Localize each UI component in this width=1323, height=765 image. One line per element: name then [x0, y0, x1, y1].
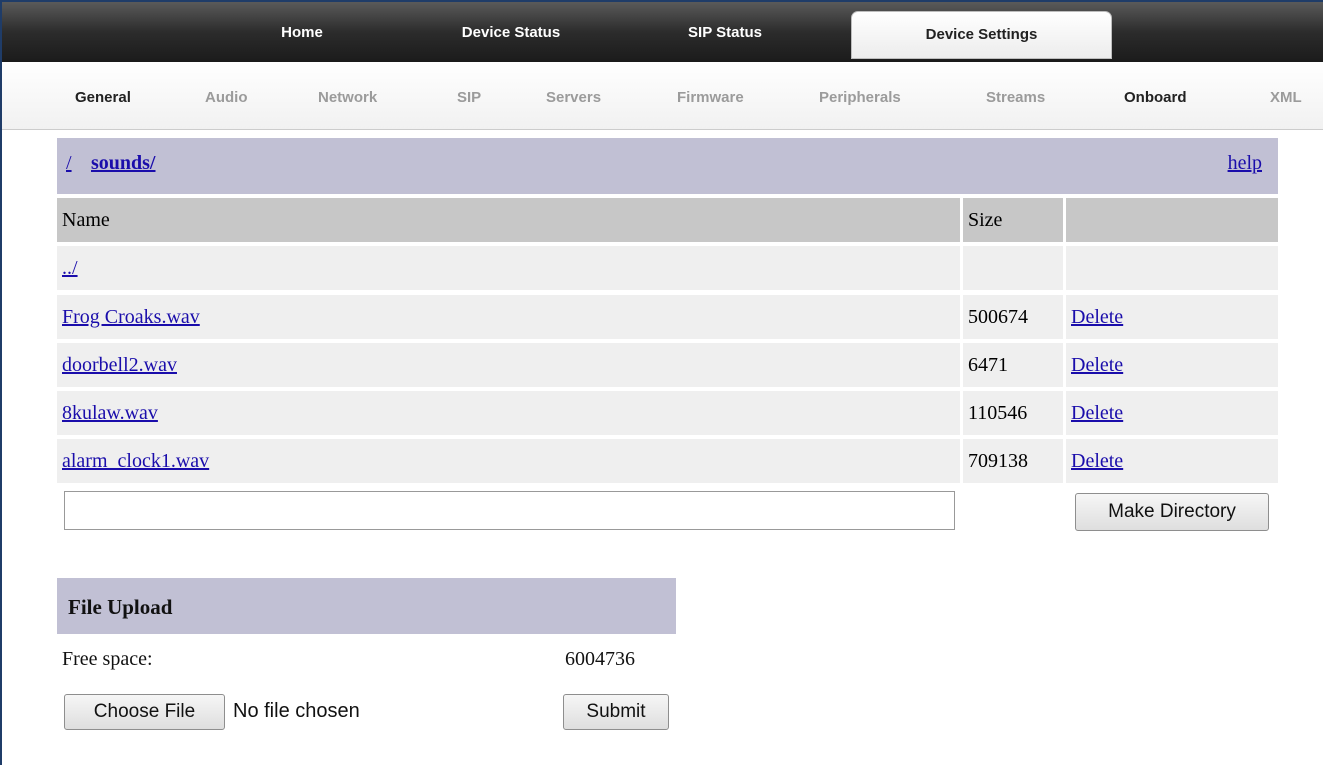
action-cell: Delete [1066, 439, 1278, 483]
top-nav: Home Device Status SIP Status Device Set… [0, 0, 1323, 62]
window-border [0, 0, 2, 765]
subnav-audio[interactable]: Audio [205, 62, 248, 130]
name-cell: Frog Croaks.wav [57, 295, 960, 339]
subnav-sip[interactable]: SIP [457, 62, 481, 130]
file-size: 500674 [963, 295, 1063, 339]
column-header-size: Size [963, 198, 1063, 242]
action-cell [1066, 246, 1278, 290]
file-size: 709138 [963, 439, 1063, 483]
file-link[interactable]: alarm_clock1.wav [62, 450, 209, 472]
settings-subnav: General Audio Network SIP Servers Firmwa… [0, 62, 1323, 130]
subnav-general[interactable]: General [75, 62, 131, 130]
file-upload-heading: File Upload [57, 578, 676, 634]
path-bar: / sounds/ help [57, 138, 1278, 194]
name-cell: ../ [57, 246, 960, 290]
table-row: alarm_clock1.wav 709138 Delete [57, 439, 1278, 483]
path-current-dir-link[interactable]: sounds/ [91, 152, 156, 175]
table-row: 8kulaw.wav 110546 Delete [57, 391, 1278, 435]
action-cell: Delete [1066, 391, 1278, 435]
delete-link[interactable]: Delete [1071, 450, 1123, 472]
tab-device-settings[interactable]: Device Settings [851, 11, 1112, 59]
subnav-network[interactable]: Network [318, 62, 377, 130]
column-header-actions [1066, 198, 1278, 242]
file-size: 6471 [963, 343, 1063, 387]
file-link[interactable]: doorbell2.wav [62, 354, 177, 376]
make-directory-button[interactable]: Make Directory [1075, 493, 1269, 531]
subnav-firmware[interactable]: Firmware [677, 62, 744, 130]
name-cell: alarm_clock1.wav [57, 439, 960, 483]
tab-home[interactable]: Home [262, 2, 342, 62]
file-size: 110546 [963, 391, 1063, 435]
no-file-chosen-text: No file chosen [233, 700, 360, 722]
action-cell: Delete [1066, 343, 1278, 387]
free-space-label: Free space: [62, 648, 153, 670]
size-cell [963, 246, 1063, 290]
parent-directory-link[interactable]: ../ [62, 257, 78, 279]
file-link[interactable]: 8kulaw.wav [62, 402, 158, 424]
subnav-peripherals[interactable]: Peripherals [819, 62, 901, 130]
name-cell: doorbell2.wav [57, 343, 960, 387]
choose-file-button[interactable]: Choose File [64, 694, 225, 730]
delete-link[interactable]: Delete [1071, 402, 1123, 424]
name-cell: 8kulaw.wav [57, 391, 960, 435]
file-link[interactable]: Frog Croaks.wav [62, 306, 200, 328]
table-row: doorbell2.wav 6471 Delete [57, 343, 1278, 387]
table-row-parent: ../ [57, 246, 1278, 290]
delete-link[interactable]: Delete [1071, 354, 1123, 376]
path-root-link[interactable]: / [66, 152, 72, 175]
subnav-streams[interactable]: Streams [986, 62, 1045, 130]
subnav-onboard[interactable]: Onboard [1124, 62, 1187, 130]
table-header-row: Name Size [57, 198, 1278, 242]
column-header-name: Name [57, 198, 960, 242]
submit-button[interactable]: Submit [563, 694, 669, 730]
tab-sip-status[interactable]: SIP Status [655, 2, 795, 62]
help-link[interactable]: help [1228, 152, 1262, 175]
new-directory-input[interactable] [64, 491, 955, 530]
subnav-servers[interactable]: Servers [546, 62, 601, 130]
subnav-xml[interactable]: XML [1270, 62, 1302, 130]
action-cell: Delete [1066, 295, 1278, 339]
tab-device-status[interactable]: Device Status [428, 2, 594, 62]
free-space-value: 6004736 [565, 648, 635, 670]
table-row: Frog Croaks.wav 500674 Delete [57, 295, 1278, 339]
delete-link[interactable]: Delete [1071, 306, 1123, 328]
